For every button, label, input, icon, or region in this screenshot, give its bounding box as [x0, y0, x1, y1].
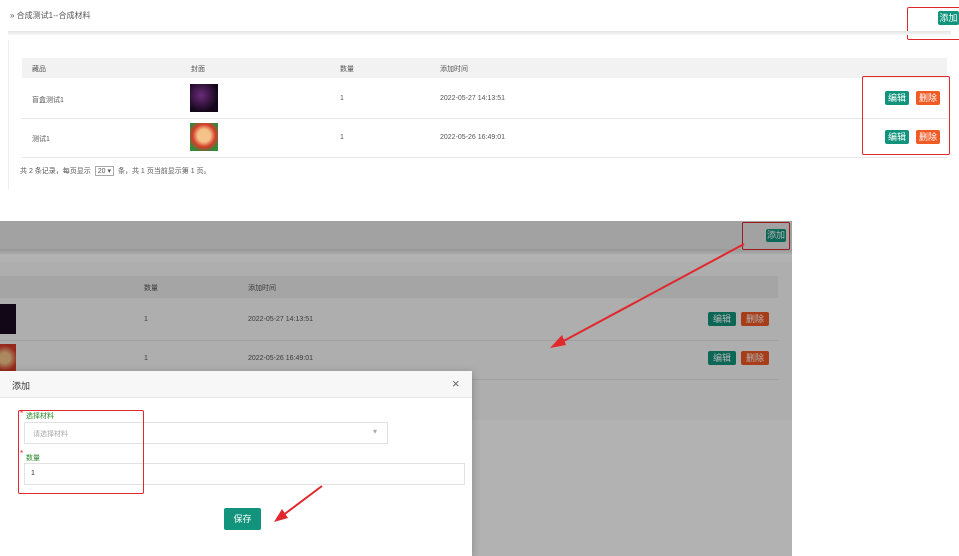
arrow-to-save-button: [274, 485, 323, 522]
arrow-to-add-button: [550, 243, 745, 348]
annotation-arrows: [274, 243, 745, 522]
